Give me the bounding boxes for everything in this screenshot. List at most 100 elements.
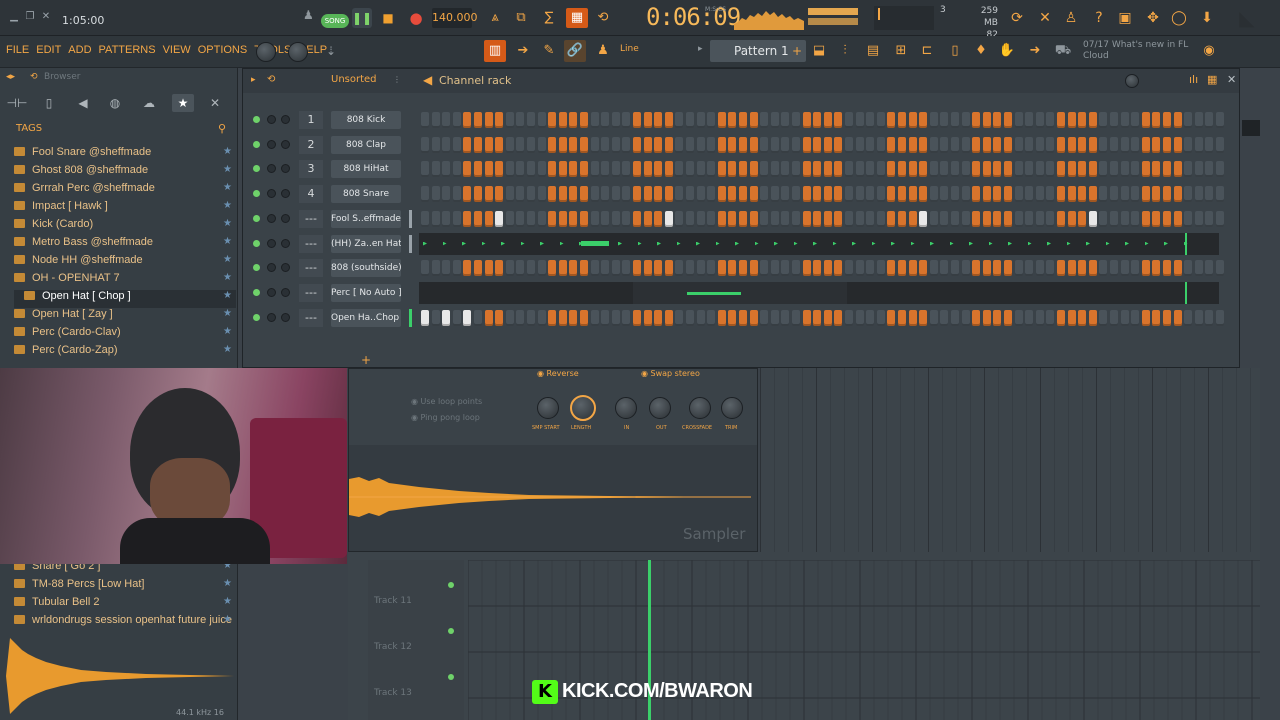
step-button[interactable] bbox=[1205, 309, 1214, 326]
step-button[interactable] bbox=[505, 210, 514, 227]
step-button[interactable] bbox=[1046, 309, 1055, 326]
channel-name-button[interactable]: 808 Kick bbox=[331, 111, 401, 129]
list-item[interactable]: Node HH @sheffmade ★ bbox=[14, 254, 236, 272]
step-button[interactable] bbox=[792, 210, 800, 227]
step-button[interactable] bbox=[929, 112, 938, 128]
step-button[interactable] bbox=[654, 260, 663, 277]
step-button[interactable] bbox=[749, 112, 758, 128]
step-button[interactable] bbox=[855, 260, 864, 277]
step-button[interactable] bbox=[431, 309, 440, 326]
channel-name-button[interactable]: (HH) Za..en Hat bbox=[331, 234, 401, 253]
step-button[interactable] bbox=[876, 260, 885, 277]
step-button[interactable] bbox=[908, 136, 917, 153]
step-button[interactable] bbox=[505, 186, 514, 203]
step-button[interactable] bbox=[463, 136, 472, 153]
step-button[interactable] bbox=[792, 136, 800, 153]
list-item[interactable]: Metro Bass @sheffmade ★ bbox=[14, 236, 236, 254]
step-button[interactable] bbox=[633, 161, 641, 178]
list-item[interactable]: OH - OPENHAT 7 ★ bbox=[14, 272, 236, 290]
step-button[interactable] bbox=[643, 136, 652, 153]
step-button[interactable] bbox=[1067, 309, 1076, 326]
arrow-icon[interactable]: ➜ bbox=[1024, 40, 1046, 62]
channel-row[interactable]: --- (HH) Za..en Hat bbox=[243, 232, 1239, 255]
step-button[interactable] bbox=[919, 112, 928, 128]
channel-select-indicator[interactable] bbox=[409, 111, 412, 129]
step-button[interactable] bbox=[1163, 309, 1171, 326]
step-button[interactable] bbox=[792, 186, 800, 203]
step-button[interactable] bbox=[643, 210, 652, 227]
step-button[interactable] bbox=[675, 260, 684, 277]
close-icon[interactable]: ✕ bbox=[40, 11, 52, 23]
play-icon[interactable]: ▸ bbox=[251, 75, 256, 85]
step-button[interactable] bbox=[951, 186, 959, 203]
channel-row[interactable]: 1 808 Kick bbox=[243, 109, 1239, 131]
cart-icon[interactable]: ⛟ bbox=[1052, 40, 1074, 62]
step-button[interactable] bbox=[664, 112, 673, 128]
snap-select[interactable]: Line bbox=[620, 44, 690, 58]
star-icon[interactable]: ★ bbox=[223, 344, 232, 355]
step-button[interactable] bbox=[611, 136, 620, 153]
step-button[interactable] bbox=[537, 161, 546, 178]
step-button[interactable] bbox=[474, 112, 482, 128]
filter-select[interactable]: Unsorted bbox=[331, 74, 377, 85]
step-button[interactable] bbox=[919, 186, 928, 203]
step-button[interactable] bbox=[580, 186, 588, 203]
channel-select-indicator[interactable] bbox=[409, 136, 412, 154]
step-button[interactable] bbox=[993, 112, 1002, 128]
step-button[interactable] bbox=[781, 186, 790, 203]
star-icon[interactable]: ★ bbox=[223, 146, 232, 157]
star-icon[interactable]: ★ bbox=[223, 254, 232, 265]
add-pattern-icon[interactable]: + bbox=[792, 40, 802, 62]
step-button[interactable] bbox=[1205, 161, 1214, 178]
step-button[interactable] bbox=[452, 309, 461, 326]
step-button[interactable] bbox=[1057, 161, 1065, 178]
step-button[interactable] bbox=[823, 210, 832, 227]
step-button[interactable] bbox=[792, 309, 800, 326]
step-button[interactable] bbox=[452, 260, 461, 277]
step-button[interactable] bbox=[1152, 136, 1161, 153]
step-button[interactable] bbox=[1163, 161, 1171, 178]
step-button[interactable] bbox=[940, 161, 949, 178]
step-button[interactable] bbox=[675, 186, 684, 203]
step-button[interactable] bbox=[686, 161, 694, 178]
chevron-icon[interactable]: ⋮ bbox=[393, 75, 401, 84]
step-button[interactable] bbox=[876, 112, 885, 128]
step-button[interactable] bbox=[505, 161, 514, 178]
step-button[interactable] bbox=[728, 260, 737, 277]
channel-mixer-track[interactable]: --- bbox=[299, 234, 323, 253]
channel-row[interactable]: 3 808 HiHat bbox=[243, 158, 1239, 180]
arrow-icon[interactable]: ➔ bbox=[512, 40, 534, 62]
refresh-icon[interactable]: ⟳ bbox=[1006, 7, 1028, 29]
step-button[interactable] bbox=[611, 161, 620, 178]
step-button[interactable] bbox=[707, 136, 716, 153]
step-button[interactable] bbox=[696, 112, 705, 128]
step-button[interactable] bbox=[1163, 136, 1171, 153]
step-button[interactable] bbox=[622, 186, 631, 203]
step-button[interactable] bbox=[1057, 309, 1065, 326]
step-button[interactable] bbox=[558, 186, 567, 203]
step-button[interactable] bbox=[717, 161, 726, 178]
stamp-icon[interactable]: ♟ bbox=[592, 40, 614, 62]
step-button[interactable] bbox=[887, 210, 896, 227]
step-button[interactable] bbox=[813, 136, 822, 153]
step-button[interactable] bbox=[1152, 186, 1161, 203]
step-button[interactable] bbox=[972, 309, 981, 326]
step-button[interactable] bbox=[802, 260, 811, 277]
step-button[interactable] bbox=[972, 161, 981, 178]
step-button[interactable] bbox=[845, 309, 853, 326]
step-button[interactable] bbox=[834, 161, 843, 178]
step-button[interactable] bbox=[1004, 210, 1012, 227]
channel-name-button[interactable]: 808 HiHat bbox=[331, 160, 401, 179]
ping-pong-option[interactable]: ◉ Ping pong loop bbox=[411, 413, 480, 422]
step-button[interactable] bbox=[558, 112, 567, 128]
step-button[interactable] bbox=[1078, 186, 1087, 203]
channel-select-indicator[interactable] bbox=[409, 308, 412, 327]
channel-rack-icon[interactable]: ▤ bbox=[862, 40, 884, 62]
step-button[interactable] bbox=[866, 309, 875, 326]
step-button[interactable] bbox=[516, 210, 525, 227]
step-button[interactable] bbox=[717, 112, 726, 128]
step-button[interactable] bbox=[1216, 210, 1224, 227]
touch-icon[interactable]: ✋ bbox=[996, 40, 1018, 62]
step-button[interactable] bbox=[654, 186, 663, 203]
step-button[interactable] bbox=[1088, 260, 1097, 277]
